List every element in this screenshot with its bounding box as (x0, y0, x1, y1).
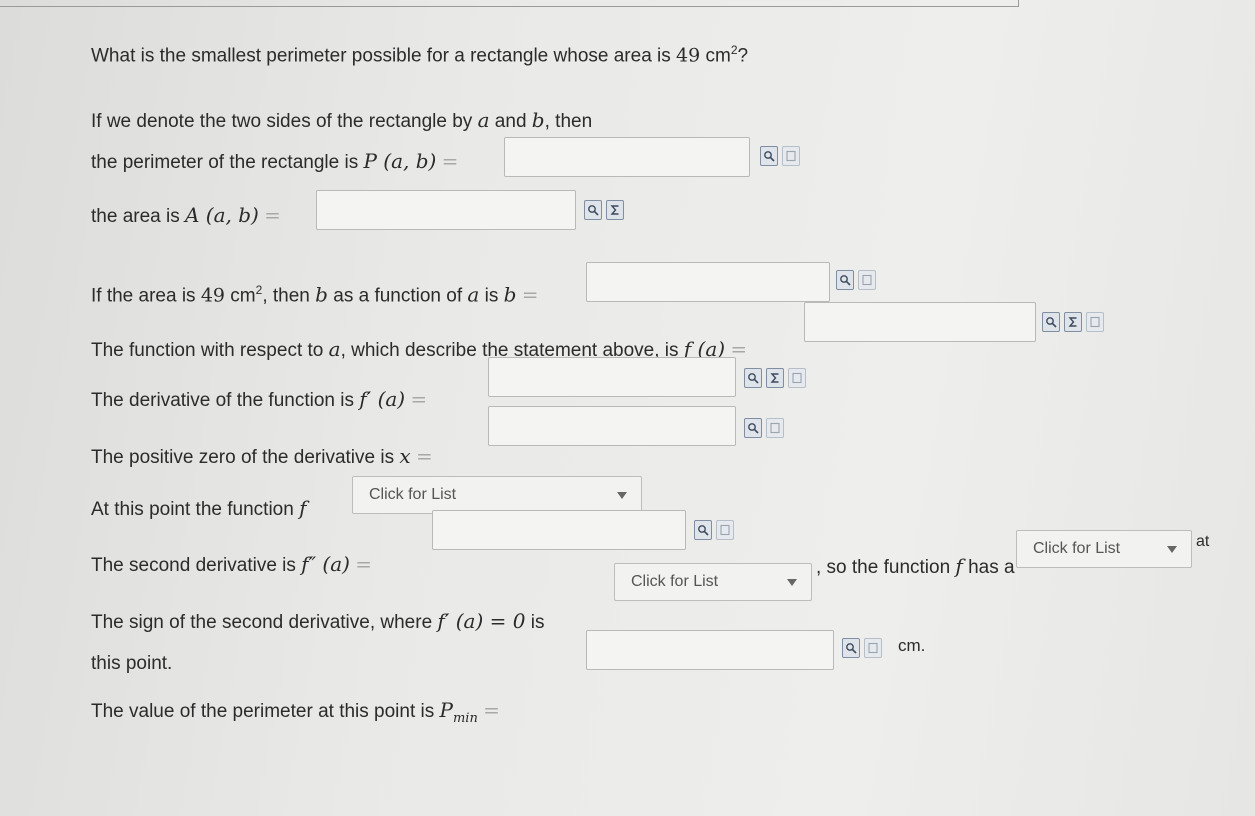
denote-text: If we denote the two sides of the rectan… (91, 108, 593, 132)
point-dropdown[interactable]: Click for List (352, 476, 642, 514)
pmin-unit: cm. (898, 636, 926, 655)
chevron-down-icon (1167, 545, 1177, 553)
extremum-dropdown[interactable]: Click for List (1016, 530, 1192, 568)
b-of-a-input[interactable] (586, 262, 830, 302)
chevron-down-icon (617, 491, 627, 499)
perimeter-input[interactable] (504, 137, 750, 177)
point-label: At this point the function f (91, 496, 307, 520)
sum-icon[interactable] (1064, 312, 1082, 332)
b-of-a-label: If the area is 49 cm2, then b as a funct… (91, 282, 539, 307)
b-of-a-tools (836, 270, 876, 290)
chevron-down-icon (787, 578, 797, 586)
fa-tools (1042, 312, 1104, 332)
help-icon[interactable] (864, 638, 882, 658)
preview-icon[interactable] (744, 368, 762, 388)
preview-icon[interactable] (1042, 312, 1060, 332)
derivative-label: The derivative of the function is f′ (a)… (91, 387, 428, 411)
perimeter-tools (760, 146, 800, 166)
at-label: at (1196, 533, 1210, 550)
area-input[interactable] (316, 190, 576, 230)
help-icon[interactable] (788, 368, 806, 388)
point-dropdown-label: Click for List (369, 486, 457, 503)
extremum-dropdown-label: Click for List (1033, 540, 1121, 557)
derivative-input[interactable] (488, 357, 736, 397)
second-derivative-tools (694, 520, 734, 540)
help-icon[interactable] (766, 418, 784, 438)
area-tools (584, 200, 624, 220)
help-icon[interactable] (858, 270, 876, 290)
zero-tools (744, 418, 784, 438)
preview-icon[interactable] (836, 270, 854, 290)
sign-dropdown[interactable]: Click for List (614, 563, 812, 601)
area-label: the area is A (a, b) = (91, 203, 281, 227)
help-icon[interactable] (1086, 312, 1104, 332)
preview-icon[interactable] (694, 520, 712, 540)
help-icon[interactable] (782, 146, 800, 166)
derivative-tools (744, 368, 806, 388)
second-derivative-label: The second derivative is f″ (a) = (91, 552, 372, 576)
sum-icon[interactable] (766, 368, 784, 388)
question-text: What is the smallest perimeter possible … (91, 43, 749, 67)
function-has-label: , so the function f has a (816, 554, 1015, 578)
preview-icon[interactable] (760, 146, 778, 166)
preview-icon[interactable] (842, 638, 860, 658)
this-point-label: this point. (91, 653, 173, 674)
preview-icon[interactable] (584, 200, 602, 220)
top-frame-edge (0, 0, 1019, 7)
sum-icon[interactable] (606, 200, 624, 220)
zero-input[interactable] (488, 406, 736, 446)
pmin-tools (842, 638, 882, 658)
pmin-label: The value of the perimeter at this point… (91, 698, 500, 726)
second-derivative-input[interactable] (432, 510, 686, 550)
zero-label: The positive zero of the derivative is x… (91, 444, 433, 468)
fa-input[interactable] (804, 302, 1036, 342)
sign-dropdown-label: Click for List (631, 573, 719, 590)
preview-icon[interactable] (744, 418, 762, 438)
sign-label: The sign of the second derivative, where… (91, 609, 545, 633)
perimeter-label: the perimeter of the rectangle is P (a, … (91, 149, 459, 173)
pmin-input[interactable] (586, 630, 834, 670)
help-icon[interactable] (716, 520, 734, 540)
